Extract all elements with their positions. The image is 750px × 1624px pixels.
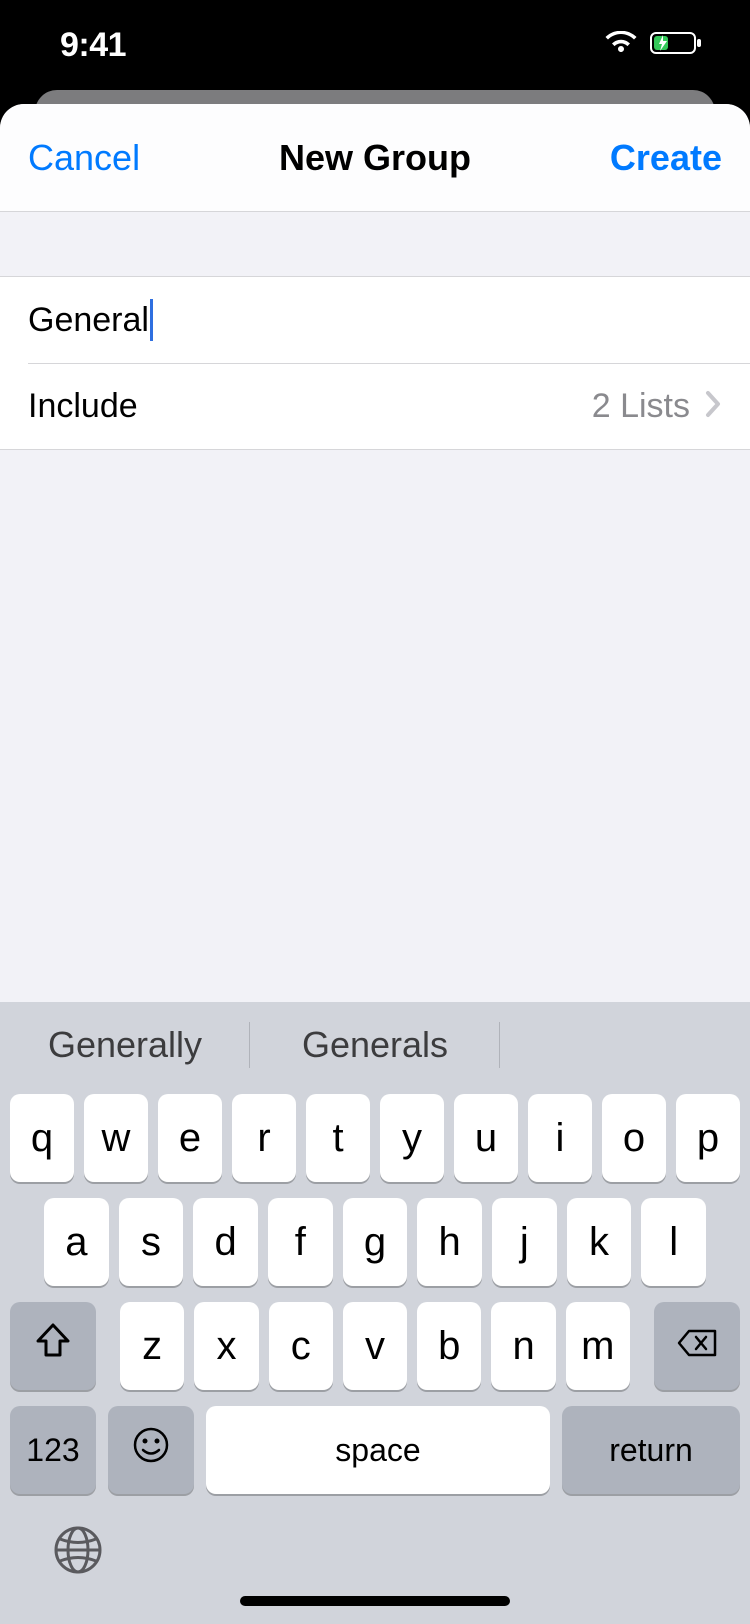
key-h[interactable]: h <box>417 1198 482 1286</box>
home-indicator[interactable] <box>240 1596 510 1606</box>
keyboard-bottom <box>0 1504 750 1624</box>
form-group: General Include 2 Lists <box>0 276 750 450</box>
space-key[interactable]: space <box>206 1406 550 1494</box>
key-y[interactable]: y <box>380 1094 444 1182</box>
create-button[interactable]: Create <box>610 137 722 179</box>
group-name-input[interactable]: General <box>28 277 722 363</box>
key-x[interactable]: x <box>194 1302 258 1390</box>
key-c[interactable]: c <box>269 1302 333 1390</box>
group-name-text: General <box>28 301 149 340</box>
numbers-key[interactable]: 123 <box>10 1406 96 1494</box>
chevron-right-icon <box>704 389 722 424</box>
key-p[interactable]: p <box>676 1094 740 1182</box>
key-i[interactable]: i <box>528 1094 592 1182</box>
backspace-key[interactable] <box>654 1302 740 1390</box>
candidate-1[interactable]: Generally <box>0 1018 250 1072</box>
battery-icon <box>650 31 704 60</box>
key-n[interactable]: n <box>491 1302 555 1390</box>
key-s[interactable]: s <box>119 1198 184 1286</box>
wifi-icon <box>604 31 638 60</box>
include-label: Include <box>28 387 138 426</box>
text-cursor <box>150 299 153 341</box>
key-z[interactable]: z <box>120 1302 184 1390</box>
key-o[interactable]: o <box>602 1094 666 1182</box>
backspace-icon <box>675 1324 719 1369</box>
shift-key[interactable] <box>10 1302 96 1390</box>
key-m[interactable]: m <box>566 1302 630 1390</box>
key-v[interactable]: v <box>343 1302 407 1390</box>
return-key[interactable]: return <box>562 1406 740 1494</box>
emoji-icon <box>131 1425 171 1475</box>
include-value: 2 Lists <box>592 387 690 426</box>
key-u[interactable]: u <box>454 1094 518 1182</box>
candidate-bar: Generally Generals <box>0 1002 750 1088</box>
key-b[interactable]: b <box>417 1302 481 1390</box>
cancel-button[interactable]: Cancel <box>28 137 140 179</box>
status-icons <box>604 31 704 60</box>
candidate-3[interactable] <box>500 1018 750 1072</box>
keyboard: Generally Generals q w e r t y u i o p <box>0 1002 750 1624</box>
key-r[interactable]: r <box>232 1094 296 1182</box>
key-f[interactable]: f <box>268 1198 333 1286</box>
key-j[interactable]: j <box>492 1198 557 1286</box>
group-name-cell[interactable]: General <box>0 277 750 363</box>
nav-title: New Group <box>279 137 471 179</box>
key-g[interactable]: g <box>343 1198 408 1286</box>
include-cell[interactable]: Include 2 Lists <box>0 363 750 449</box>
section-spacer <box>0 212 750 276</box>
key-d[interactable]: d <box>193 1198 258 1286</box>
candidate-2[interactable]: Generals <box>250 1018 500 1072</box>
nav-bar: Cancel New Group Create <box>0 104 750 212</box>
new-group-sheet: Cancel New Group Create General Include … <box>0 104 750 1624</box>
status-time: 9:41 <box>60 26 126 65</box>
shift-icon <box>34 1323 72 1369</box>
status-bar: 9:41 <box>0 0 750 90</box>
key-k[interactable]: k <box>567 1198 632 1286</box>
key-w[interactable]: w <box>84 1094 148 1182</box>
key-q[interactable]: q <box>10 1094 74 1182</box>
key-a[interactable]: a <box>44 1198 109 1286</box>
emoji-key[interactable] <box>108 1406 194 1494</box>
key-e[interactable]: e <box>158 1094 222 1182</box>
globe-icon[interactable] <box>52 1524 104 1581</box>
key-t[interactable]: t <box>306 1094 370 1182</box>
key-l[interactable]: l <box>641 1198 706 1286</box>
sheet-body: General Include 2 Lists <box>0 212 750 450</box>
